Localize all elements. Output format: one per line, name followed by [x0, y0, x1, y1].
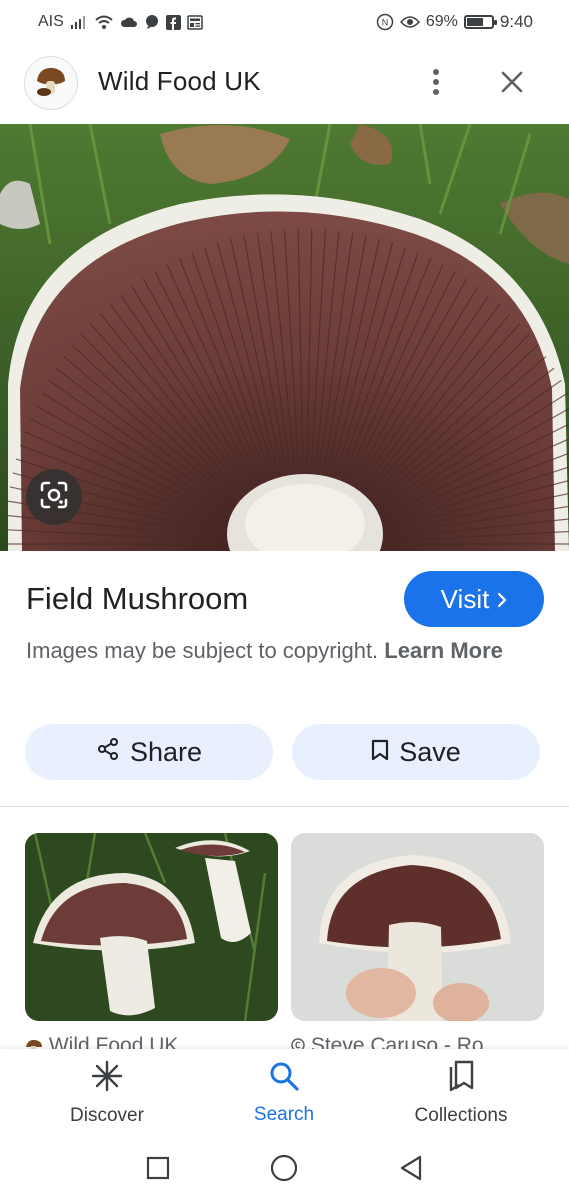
more-vertical-icon [432, 68, 440, 101]
status-bar: AIS N 69% 9:40 [0, 0, 569, 44]
copyright-text: Images may be subject to copyright. [26, 638, 379, 663]
nav-search[interactable]: Search [209, 1049, 359, 1137]
data-saver-icon: N [376, 13, 394, 31]
nav-collections-label: Collections [414, 1105, 508, 1126]
nav-collections[interactable]: Collections [386, 1049, 536, 1137]
share-label: Share [129, 736, 203, 767]
mushroom-gills-image [0, 124, 569, 551]
nav-search-label: Search [253, 1104, 315, 1125]
status-right: N 69% 9:40 [376, 12, 533, 32]
more-options-button[interactable] [420, 64, 452, 104]
news-icon [187, 14, 203, 30]
signal-icon [70, 15, 88, 29]
asterisk-icon [90, 1059, 124, 1099]
learn-more-link[interactable]: Learn More [384, 638, 503, 663]
circle-icon [270, 1154, 298, 1187]
main-image[interactable] [0, 124, 569, 551]
clock: 9:40 [499, 12, 533, 31]
chat-bubble-icon [144, 14, 160, 30]
site-title[interactable]: Wild Food UK [98, 66, 261, 97]
search-icon [268, 1060, 300, 1098]
bottom-navigation: Discover Search Collections [0, 1049, 569, 1137]
cloud-icon [120, 15, 138, 29]
wifi-icon [94, 14, 114, 30]
copyright-notice: Images may be subject to copyright. Lear… [26, 634, 526, 667]
square-icon [146, 1156, 170, 1185]
triangle-back-icon [399, 1155, 423, 1186]
site-logo[interactable] [24, 56, 78, 110]
system-navigation-bar [0, 1137, 569, 1200]
battery-percent: 69% [425, 13, 458, 30]
status-left: AIS [38, 13, 203, 31]
close-icon [501, 71, 523, 98]
save-button[interactable]: Save [292, 724, 540, 780]
eye-comfort-icon [399, 15, 420, 29]
mushroom-hand-image [291, 833, 544, 1021]
svg-text:N: N [382, 18, 389, 28]
google-lens-icon [39, 480, 69, 515]
nav-discover-label: Discover [70, 1105, 144, 1126]
home-button[interactable] [269, 1154, 299, 1187]
image-title: Field Mushroom [26, 581, 249, 616]
battery-icon [463, 15, 497, 29]
related-image-1[interactable] [25, 833, 278, 1021]
carrier-label: AIS [38, 13, 64, 30]
collections-icon [446, 1059, 476, 1099]
recent-apps-button[interactable] [143, 1155, 173, 1185]
chevron-right-icon [497, 584, 507, 615]
share-button[interactable]: Share [25, 724, 273, 780]
close-button[interactable] [494, 64, 530, 104]
visit-label: Visit [440, 583, 490, 614]
divider [0, 806, 569, 807]
related-image-2[interactable] [291, 833, 544, 1021]
share-icon [96, 737, 120, 768]
bookmark-icon [371, 737, 389, 768]
lens-search-button[interactable] [26, 469, 82, 525]
save-label: Save [399, 736, 461, 767]
visit-button[interactable]: Visit [404, 571, 544, 627]
viewer-header: Wild Food UK [0, 50, 569, 116]
battery-level [466, 18, 484, 26]
mushroom-grass-image [25, 833, 278, 1021]
nav-discover[interactable]: Discover [32, 1049, 182, 1137]
back-button[interactable] [396, 1155, 426, 1185]
mushroom-logo-icon [31, 61, 71, 106]
facebook-icon [165, 14, 181, 30]
